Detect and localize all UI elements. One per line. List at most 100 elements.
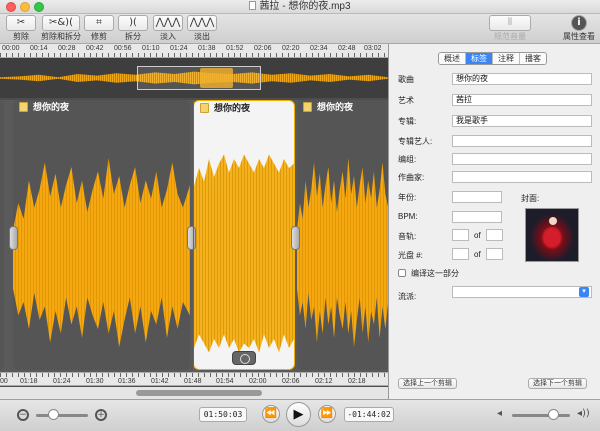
genre-label: 流派:: [398, 292, 417, 301]
zoom-in-icon[interactable]: +: [95, 409, 107, 421]
clip-selected[interactable]: 想你的夜: [193, 100, 295, 370]
split-icon: )(: [118, 15, 148, 31]
toolbar: ✂ 剪除 ✂&)( 剪除和拆分 ⌗ 修剪 )( 拆分 ⋀⋀⋀ 淡入 ⋀⋀⋀ 淡出…: [0, 14, 600, 44]
close-window-button[interactable]: [6, 2, 16, 12]
album-field[interactable]: 我是歌手: [452, 115, 592, 127]
clip-track[interactable]: 想你的夜 想你的夜 想你的夜: [0, 100, 388, 372]
zoom-slider-track[interactable]: [36, 414, 88, 417]
tick-label: 02:12: [315, 378, 333, 385]
inspector-label: 属性查看: [563, 32, 595, 41]
scissors-icon: ✂: [6, 15, 36, 31]
tick-label: 01:24: [53, 378, 71, 385]
tab-notes[interactable]: 注释: [493, 53, 520, 64]
previous-clip-button[interactable]: 选择上一个剪辑: [398, 378, 457, 389]
selected-clip-marker: [200, 68, 233, 88]
year-label: 年份:: [398, 193, 417, 202]
cut-and-split-tool[interactable]: ✂&)( 剪除和拆分: [40, 15, 82, 42]
track-number-field[interactable]: [452, 229, 469, 241]
inspector-tool[interactable]: i 属性查看: [562, 15, 596, 42]
fade-out-tool[interactable]: ⋀⋀⋀ 淡出: [187, 15, 217, 42]
tick-label: 01:10: [142, 45, 160, 52]
compilation-label: 编译这一部分: [411, 269, 459, 278]
document-icon: [249, 1, 257, 10]
genre-select[interactable]: ▾: [452, 286, 592, 298]
info-icon: i: [571, 15, 587, 31]
track-label: 音轨:: [398, 232, 417, 241]
fade-out-icon: ⋀⋀⋀: [187, 15, 217, 31]
current-time-display: 01:50:03: [199, 407, 247, 422]
composer-field[interactable]: [452, 171, 592, 183]
clip-title: 想你的夜: [33, 102, 70, 112]
track-of-label: of: [474, 231, 481, 240]
waveform-editor: 00:00 00:14 00:28 00:42 00:56 01:10 01:2…: [0, 44, 388, 399]
tick-label: 03:02: [364, 45, 382, 52]
clip-left-edge[interactable]: [0, 100, 4, 370]
clip-title: 想你的夜: [317, 102, 354, 112]
cover-label: 封面:: [521, 194, 540, 203]
inspector-panel: 概述 标签 注释 播客 歌曲 想你的夜 艺术 茜拉 专辑: 我是歌手 专辑艺人:…: [388, 44, 600, 399]
tab-tags[interactable]: 标签: [466, 53, 493, 64]
artist-field[interactable]: 茜拉: [452, 94, 592, 106]
tick-label: 02:48: [338, 45, 356, 52]
fade-in-tool[interactable]: ⋀⋀⋀ 淡入: [153, 15, 183, 42]
year-field[interactable]: [452, 191, 502, 203]
track-total-field[interactable]: [486, 229, 503, 241]
clip-resize-handle[interactable]: [291, 226, 300, 250]
compilation-checkbox[interactable]: [398, 269, 406, 277]
tick-label: 02:20: [282, 45, 300, 52]
maximize-window-button[interactable]: [34, 2, 44, 12]
visible-range-selector[interactable]: [137, 66, 261, 90]
album-cover-image[interactable]: [525, 208, 579, 262]
playhead[interactable]: [193, 100, 194, 372]
fade-in-label: 淡入: [160, 32, 176, 41]
normalize-volume-label: 规范音量: [494, 32, 526, 41]
album-label: 专辑:: [398, 117, 417, 126]
title-field[interactable]: 想你的夜: [452, 73, 592, 85]
scrollbar-thumb[interactable]: [136, 390, 262, 396]
gain-knob-icon[interactable]: [232, 351, 256, 365]
minimize-window-button[interactable]: [20, 2, 30, 12]
clip[interactable]: 想你的夜: [297, 100, 388, 370]
split-tool[interactable]: )( 拆分: [118, 15, 148, 42]
fade-in-icon: ⋀⋀⋀: [153, 15, 183, 31]
next-clip-button[interactable]: 选择下一个剪辑: [528, 378, 587, 389]
volume-slider-track[interactable]: [512, 414, 570, 417]
zoom-out-icon[interactable]: −: [17, 409, 29, 421]
play-button[interactable]: ▶: [286, 402, 311, 427]
normalize-volume-tool[interactable]: ⫴ 规范音量: [488, 15, 532, 42]
volume-slider-knob[interactable]: [547, 409, 559, 420]
tick-label: 01:48: [184, 378, 202, 385]
tick-label: 00:28: [58, 45, 76, 52]
group-field[interactable]: [452, 153, 592, 165]
inspector-tabs: 概述 标签 注释 播客: [438, 52, 547, 65]
trim-cut-tool[interactable]: ✂ 剪除: [4, 15, 38, 42]
rewind-button[interactable]: ⏪: [262, 405, 280, 423]
album-artist-field[interactable]: [452, 135, 592, 147]
tick-label: 01:54: [216, 378, 234, 385]
bpm-field[interactable]: [452, 211, 502, 223]
clip-resize-handle[interactable]: [9, 226, 18, 250]
tab-overview[interactable]: 概述: [439, 53, 466, 64]
disc-label: 光盘 #:: [398, 251, 423, 260]
tick-label: 01:38: [198, 45, 216, 52]
crop-tool[interactable]: ⌗ 修剪: [84, 15, 114, 42]
disc-number-field[interactable]: [452, 248, 469, 260]
horizontal-scrollbar[interactable]: [0, 387, 388, 399]
tick-label: 01:24: [170, 45, 188, 52]
crop-icon: ⌗: [84, 15, 114, 31]
transport-bar: − + 01:50:03 ⏪ ▶ ⏩ -01:44:02 ◂ ◂)): [0, 399, 600, 431]
clip-waveform: [13, 158, 190, 347]
album-artist-label: 专辑艺人:: [398, 137, 433, 146]
fast-forward-button[interactable]: ⏩: [318, 405, 336, 423]
clip[interactable]: 想你的夜: [13, 100, 190, 370]
clip-waveform: [297, 158, 388, 347]
tick-label: 02:06: [282, 378, 300, 385]
zoom-slider-knob[interactable]: [47, 409, 59, 420]
disc-total-field[interactable]: [486, 248, 503, 260]
clip-resize-handle[interactable]: [187, 226, 196, 250]
artist-label: 艺术: [398, 96, 414, 105]
overview-waveform[interactable]: [0, 58, 388, 98]
tab-podcast[interactable]: 播客: [520, 53, 546, 64]
window-title: 茜拉 - 想你的夜.mp3: [259, 1, 351, 12]
tick-label: 01:18: [20, 378, 38, 385]
